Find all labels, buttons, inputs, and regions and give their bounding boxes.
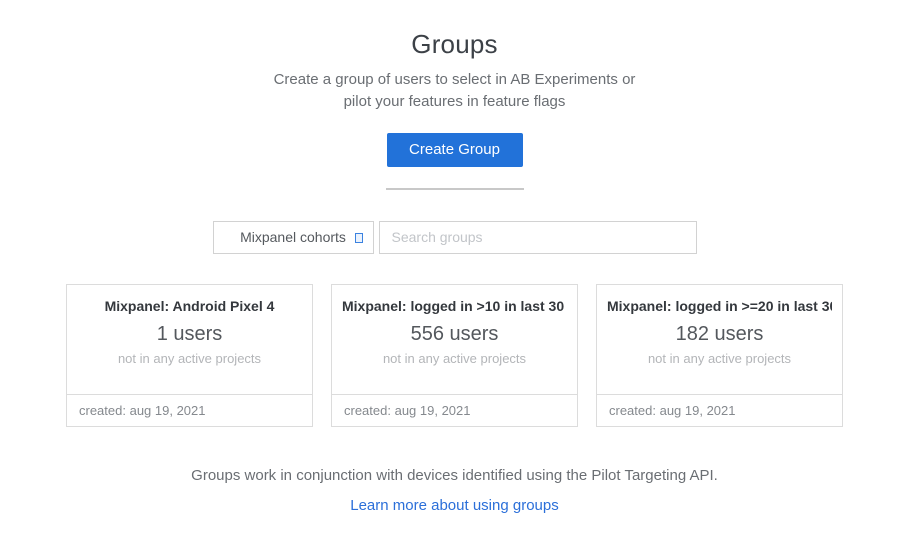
cohort-source-select[interactable]: Mixpanel cohorts [213,221,374,254]
page-header: Groups Create a group of users to select… [0,0,909,190]
group-card-user-count: 1 users [77,323,302,346]
group-card-created: created: aug 19, 2021 [79,403,206,418]
group-card[interactable]: Mixpanel: logged in >10 in last 30 ... 5… [331,284,578,427]
group-card-body: Mixpanel: Android Pixel 4 1 users not in… [67,285,312,394]
group-card-footer: created: aug 19, 2021 [332,394,577,426]
group-card-body: Mixpanel: logged in >10 in last 30 ... 5… [332,285,577,394]
dropdown-indicator-icon [355,233,363,243]
group-card-user-count: 556 users [342,323,567,346]
group-card-user-count: 182 users [607,323,832,346]
group-card-status: not in any active projects [607,351,832,366]
group-card-body: Mixpanel: logged in >=20 in last 30... 1… [597,285,842,394]
footer-info-text: Groups work in conjunction with devices … [0,467,909,484]
group-card[interactable]: Mixpanel: Android Pixel 4 1 users not in… [66,284,313,427]
create-group-button[interactable]: Create Group [387,133,523,167]
search-groups-input[interactable] [379,221,697,254]
groups-page: Groups Create a group of users to select… [0,0,909,558]
group-card-title: Mixpanel: logged in >=20 in last 30... [607,298,832,314]
page-subtitle-line-1: Create a group of users to select in AB … [0,69,909,91]
group-card-created: created: aug 19, 2021 [609,403,736,418]
filter-row: Mixpanel cohorts [0,221,909,254]
learn-more-link[interactable]: Learn more about using groups [350,497,558,514]
header-divider [386,188,524,190]
group-card[interactable]: Mixpanel: logged in >=20 in last 30... 1… [596,284,843,427]
group-card-status: not in any active projects [342,351,567,366]
group-card-title: Mixpanel: logged in >10 in last 30 ... [342,298,567,314]
footer-link-wrap: Learn more about using groups [0,497,909,515]
group-card-title: Mixpanel: Android Pixel 4 [77,298,302,314]
cohort-select-value: Mixpanel cohorts [240,229,346,245]
group-card-status: not in any active projects [77,351,302,366]
page-subtitle-line-2: pilot your features in feature flags [0,91,909,113]
group-card-footer: created: aug 19, 2021 [597,394,842,426]
group-card-created: created: aug 19, 2021 [344,403,471,418]
page-title: Groups [0,29,909,60]
group-cards-row: Mixpanel: Android Pixel 4 1 users not in… [0,284,909,427]
group-card-footer: created: aug 19, 2021 [67,394,312,426]
